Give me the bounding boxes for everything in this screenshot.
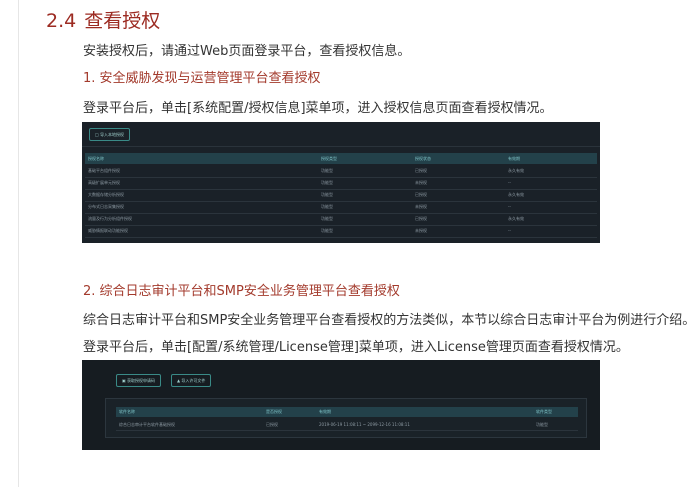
subsection-1-instruction: 登录平台后，单击[系统配置/授权信息]菜单项，进入授权信息页面查看授权情况。 — [83, 101, 553, 116]
cell-status: 未授权 — [415, 228, 427, 233]
cell-name: 威胁情报联动功能授权 — [88, 228, 128, 233]
import-license-button[interactable]: □ 导入本地授权 — [89, 128, 131, 141]
cell-authorized: 已授权 — [266, 422, 278, 427]
section-heading: 2.4 查看授权 — [46, 6, 160, 33]
cell-status: 已授权 — [415, 192, 427, 197]
cell-software-type: 功能型 — [536, 422, 548, 427]
cell-expiry: 永久有效 — [508, 168, 524, 173]
cell-name: 高级扩展单元授权 — [88, 180, 120, 185]
table-header: 软件名称 是否授权 有效期 软件类型 — [116, 407, 578, 417]
subsection-2-title: 2. 综合日志审计平台和SMP安全业务管理平台查看授权 — [83, 284, 400, 299]
col-status: 授权状态 — [415, 156, 431, 161]
col-validity: 有效期 — [319, 409, 331, 414]
cell-status: 未授权 — [415, 180, 427, 185]
table-row[interactable]: 威胁情报联动功能授权 功能型 未授权 -- — [85, 225, 597, 238]
cell-name: 流量及行为分析组件授权 — [88, 216, 132, 221]
cell-status: 未授权 — [415, 204, 427, 209]
left-rule — [18, 0, 19, 487]
subsection-1-title: 1. 安全威胁发现与运营管理平台查看授权 — [83, 71, 321, 86]
section-title: 查看授权 — [84, 10, 161, 32]
cell-name: 分布式日志采集授权 — [88, 204, 124, 209]
subsection-2-paragraph: 综合日志审计平台和SMP安全业务管理平台查看授权的方法类似，本节以综合日志审计平… — [83, 313, 688, 328]
col-expiry: 有效期 — [508, 156, 520, 161]
cell-software-name: 综合日志审计平台软件基础授权 — [119, 422, 175, 427]
intro-paragraph: 安装授权后，请通过Web页面登录平台，查看授权信息。 — [83, 44, 411, 59]
cell-name: 基础平台组件授权 — [88, 168, 120, 173]
cell-type: 功能型 — [321, 204, 333, 209]
cell-validity: 2019-06-19 11:08:11 ~ 2099-12-16 11:08:1… — [319, 422, 410, 427]
col-software-name: 软件名称 — [119, 409, 135, 414]
cell-expiry: -- — [508, 204, 511, 209]
cell-status: 已授权 — [415, 216, 427, 221]
col-name: 授权名称 — [88, 156, 104, 161]
col-authorized: 是否授权 — [266, 409, 282, 414]
cell-type: 功能型 — [321, 192, 333, 197]
cell-type: 功能型 — [321, 216, 333, 221]
subsection-2-instruction: 登录平台后，单击[配置/系统管理/License管理]菜单项，进入License… — [83, 340, 629, 355]
section-number: 2.4 — [46, 10, 77, 32]
col-type: 授权类型 — [321, 156, 337, 161]
table-header: 授权名称 授权类型 授权状态 有效期 — [85, 153, 597, 164]
toolbar-divider — [82, 146, 600, 147]
license-table-panel: 软件名称 是否授权 有效期 软件类型 综合日志审计平台软件基础授权 已授权 20… — [105, 398, 587, 438]
cell-expiry: 永久有效 — [508, 216, 524, 221]
cell-name: 大数据存储分析授权 — [88, 192, 124, 197]
col-software-type: 软件类型 — [536, 409, 552, 414]
cell-type: 功能型 — [321, 228, 333, 233]
cell-expiry: -- — [508, 228, 511, 233]
cell-type: 功能型 — [321, 168, 333, 173]
license-management-screenshot: ▣ 获取授权申请码 ▲ 导入许可文件 软件名称 是否授权 有效期 软件类型 综合… — [82, 360, 600, 450]
import-license-file-button[interactable]: ▲ 导入许可文件 — [171, 374, 212, 387]
cell-expiry: 永久有效 — [508, 192, 524, 197]
get-request-code-button[interactable]: ▣ 获取授权申请码 — [116, 374, 162, 387]
table-row[interactable]: 综合日志审计平台软件基础授权 已授权 2019-06-19 11:08:11 ~… — [116, 419, 578, 431]
cell-status: 已授权 — [415, 168, 427, 173]
cell-expiry: -- — [508, 180, 511, 185]
cell-type: 功能型 — [321, 180, 333, 185]
license-info-screenshot: □ 导入本地授权 授权名称 授权类型 授权状态 有效期 基础平台组件授权 功能型… — [82, 122, 600, 243]
